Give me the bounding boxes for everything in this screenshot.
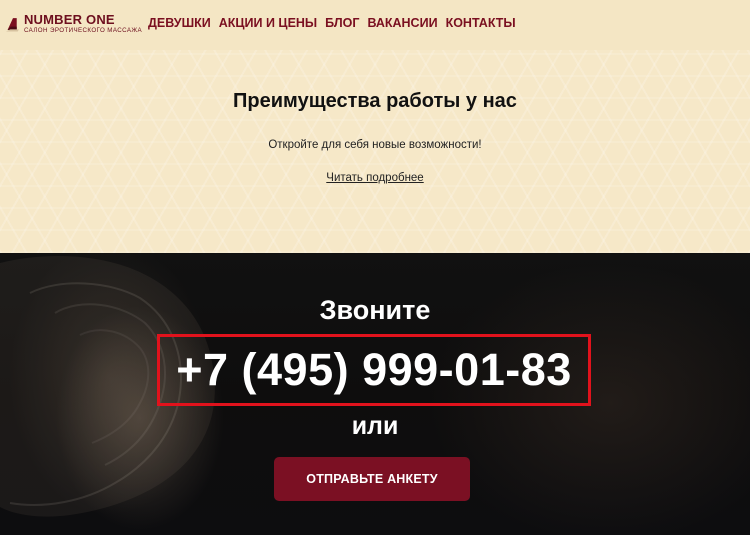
logo-text: NUMBER ONE САЛОН ЭРОТИЧЕСКОГО МАССАЖА — [24, 13, 142, 34]
nav-item-girls[interactable]: ДЕВУШКИ — [148, 16, 211, 30]
or-text: или — [351, 412, 399, 440]
benefits-read-more-container: Читать подробнее — [0, 172, 750, 184]
benefits-section: Преимущества работы у нас Откройте для с… — [0, 50, 750, 253]
nav-item-contacts[interactable]: КОНТАКТЫ — [446, 16, 516, 30]
main-nav: ДЕВУШКИ АКЦИИ И ЦЕНЫ БЛОГ ВАКАНСИИ КОНТА… — [148, 16, 524, 30]
logo-mark-icon — [6, 18, 19, 32]
phone-number-highlight: +7 (495) 999-01-83 — [157, 334, 591, 406]
site-header: NUMBER ONE САЛОН ЭРОТИЧЕСКОГО МАССАЖА ДЕ… — [0, 0, 750, 50]
logo-subtitle: САЛОН ЭРОТИЧЕСКОГО МАССАЖА — [23, 27, 142, 35]
benefits-subtitle: Откройте для себя новые возможности! — [268, 139, 482, 151]
call-title: Звоните — [319, 295, 431, 325]
logo-title: NUMBER ONE — [23, 12, 115, 28]
send-application-button[interactable]: ОТПРАВЬТЕ АНКЕТУ — [274, 457, 470, 501]
phone-number[interactable]: +7 (495) 999-01-83 — [176, 344, 572, 396]
nav-item-promotions-prices[interactable]: АКЦИИ И ЦЕНЫ — [219, 16, 317, 30]
nav-item-blog[interactable]: БЛОГ — [325, 16, 359, 30]
call-section: Звоните +7 (495) 999-01-83 или ОТПРАВЬТЕ… — [0, 253, 750, 535]
read-more-link[interactable]: Читать подробнее — [326, 172, 423, 184]
site-logo[interactable]: NUMBER ONE САЛОН ЭРОТИЧЕСКОГО МАССАЖА — [6, 9, 142, 39]
benefits-title: Преимущества работы у нас — [233, 90, 517, 112]
nav-item-vacancies[interactable]: ВАКАНСИИ — [367, 16, 437, 30]
